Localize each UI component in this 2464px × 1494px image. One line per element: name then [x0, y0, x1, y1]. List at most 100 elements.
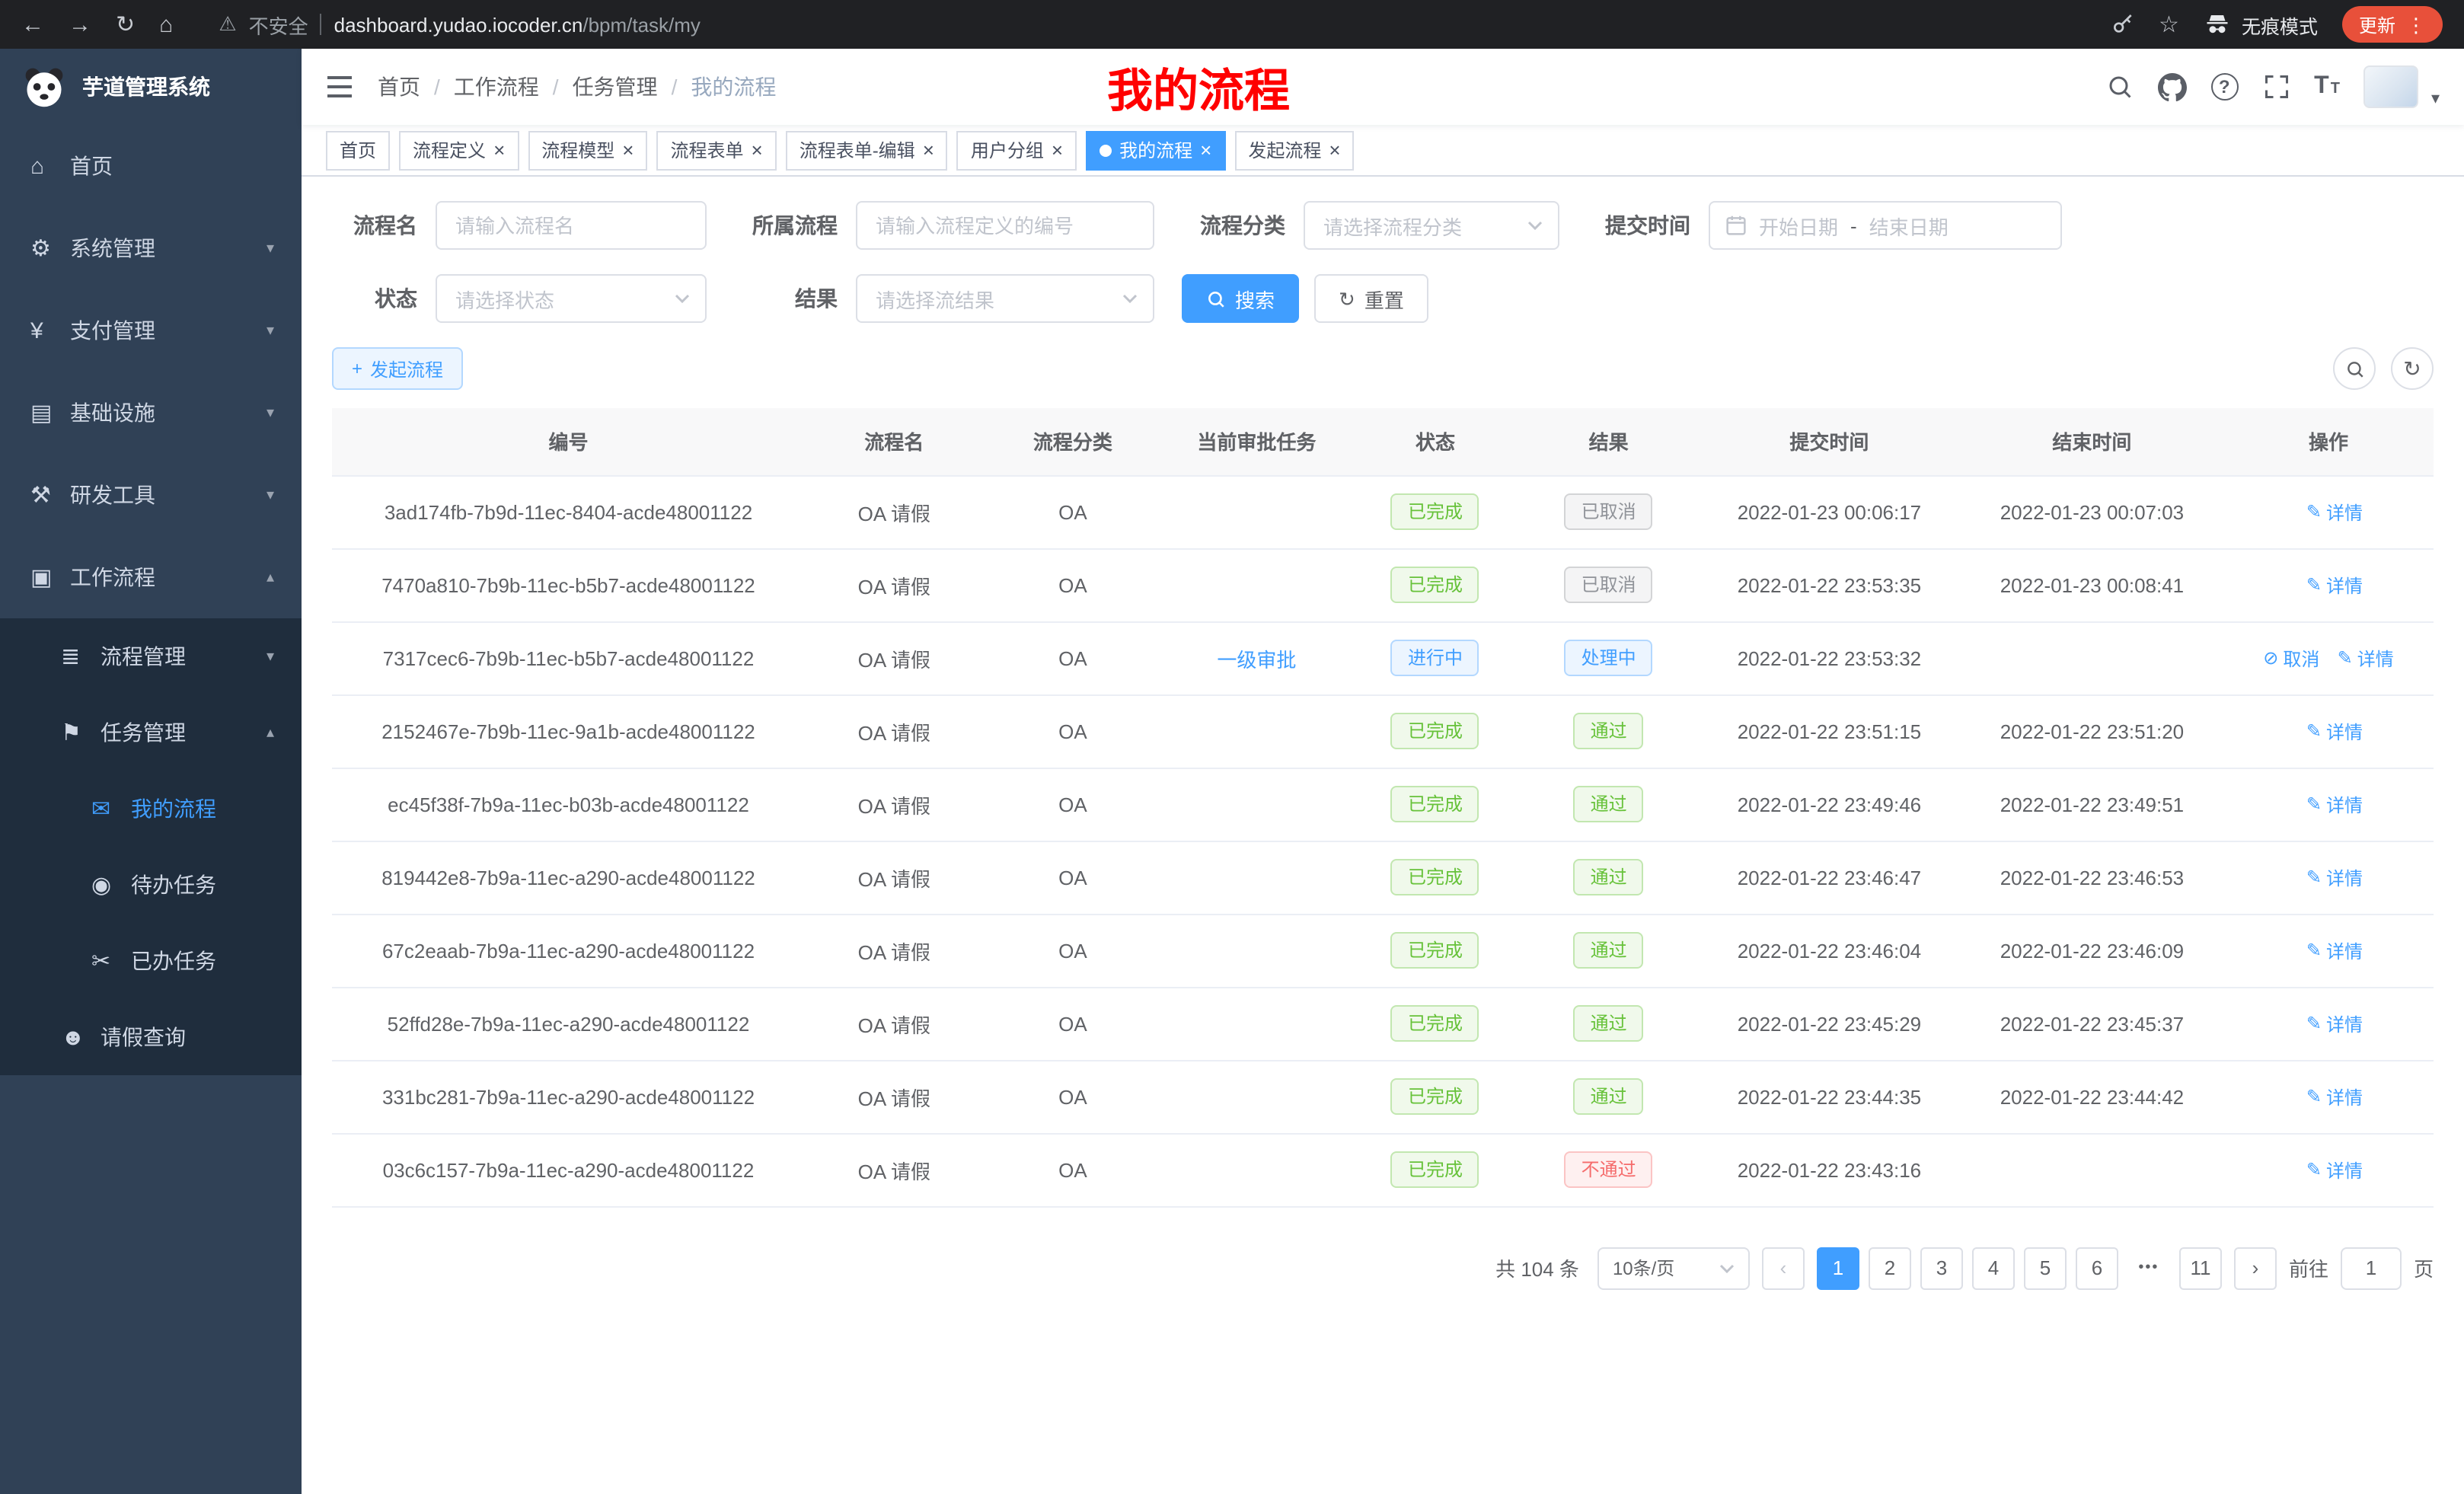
search-button[interactable]: 搜索 — [1182, 274, 1299, 323]
sidebar-menu-item[interactable]: ◉ 待办任务 — [0, 847, 302, 923]
tab[interactable]: 流程表单 × — [656, 130, 776, 170]
cell-current-task — [1162, 1060, 1351, 1133]
detail-action[interactable]: ✎ 详情 — [2338, 645, 2394, 671]
tab[interactable]: 发起流程 × — [1234, 130, 1354, 170]
task-link[interactable]: 一级审批 — [1217, 648, 1296, 671]
close-icon[interactable]: × — [1329, 140, 1340, 160]
close-icon[interactable]: × — [923, 140, 934, 160]
filter-process-name: 流程名 — [332, 201, 707, 250]
browser-forward-icon[interactable]: → — [69, 13, 91, 36]
cell-result: 通过 — [1519, 768, 1698, 841]
close-icon[interactable]: × — [622, 140, 634, 160]
refresh-button[interactable]: ↻ — [2391, 347, 2434, 390]
page-size-select[interactable]: 10条/页 — [1597, 1247, 1750, 1289]
breadcrumb-item[interactable]: 我的流程 — [691, 72, 803, 102]
tab[interactable]: 我的流程 × — [1086, 130, 1225, 170]
tab[interactable]: 流程表单-编辑 × — [786, 130, 948, 170]
table-row: 2152467e-7b9b-11ec-9a1b-acde48001122 OA … — [332, 694, 2434, 768]
owner-process-input[interactable] — [856, 201, 1154, 250]
page-button[interactable]: 4 — [1972, 1247, 2015, 1289]
sidebar-menu-item[interactable]: ✂ 已办任务 — [0, 923, 302, 999]
toggle-search-button[interactable] — [2333, 347, 2376, 390]
top-navbar: 首页 工作流程 任务管理 我的流程 我的流程 — [302, 49, 2464, 125]
cell-process-name: OA 请假 — [805, 841, 984, 914]
close-icon[interactable]: × — [1200, 140, 1211, 160]
sidebar-menu-item[interactable]: ▣ 工作流程 — [0, 536, 302, 618]
detail-action[interactable]: ✎ 详情 — [2306, 1157, 2363, 1183]
sidebar-menu-item[interactable]: ☻ 请假查询 — [0, 999, 302, 1075]
font-size-icon[interactable]: T T — [2314, 75, 2340, 99]
breadcrumb-item[interactable]: 任务管理 — [573, 72, 691, 102]
detail-action[interactable]: ✎ 详情 — [2306, 864, 2363, 890]
tab[interactable]: 流程定义 × — [399, 130, 519, 170]
sidebar-menu-item[interactable]: ⌂ 首页 — [0, 125, 302, 207]
app-logo[interactable]: 芋道管理系统 — [0, 49, 302, 125]
breadcrumb-item[interactable]: 工作流程 — [454, 72, 573, 102]
github-icon[interactable] — [2157, 72, 2186, 101]
reset-button[interactable]: ↻ 重置 — [1314, 274, 1428, 323]
detail-action[interactable]: ✎ 详情 — [2306, 1010, 2363, 1036]
password-key-icon[interactable] — [2110, 12, 2134, 37]
sidebar-menu-item[interactable]: ▤ 基础设施 — [0, 372, 302, 454]
sidebar-menu-item[interactable]: ✉ 我的流程 — [0, 771, 302, 847]
search-icon[interactable] — [2105, 73, 2133, 101]
sidebar-menu-item[interactable]: ⚑ 任务管理 — [0, 694, 302, 771]
cell-category: OA — [984, 987, 1163, 1060]
goto-page-input[interactable] — [2341, 1247, 2402, 1289]
browser-back-icon[interactable]: ← — [21, 13, 44, 36]
detail-action[interactable]: ✎ 详情 — [2306, 791, 2363, 817]
caret-down-icon[interactable]: ▾ — [2431, 88, 2440, 108]
detail-action[interactable]: ✎ 详情 — [2306, 499, 2363, 525]
detail-action[interactable]: ✎ 详情 — [2306, 718, 2363, 744]
page-button[interactable]: 11 — [2179, 1247, 2222, 1289]
tab[interactable]: 首页 × — [326, 130, 390, 170]
status-label: 状态 — [332, 283, 436, 314]
bookmark-star-icon[interactable]: ☆ — [2159, 13, 2179, 36]
page-button[interactable]: 2 — [1869, 1247, 1911, 1289]
more-menu-icon[interactable]: ⋮ — [2406, 14, 2426, 34]
close-icon[interactable]: × — [752, 140, 763, 160]
detail-action[interactable]: ✎ 详情 — [2306, 1084, 2363, 1109]
page-button[interactable]: 1 — [1817, 1247, 1859, 1289]
browser-reload-icon[interactable]: ↻ — [116, 13, 135, 36]
category-select[interactable]: 请选择流程分类 — [1304, 201, 1559, 250]
tab[interactable]: 流程模型 × — [528, 130, 647, 170]
cell-actions: ⊘ ✎ 详情 — [2223, 914, 2434, 987]
cell-id: 3ad174fb-7b9d-11ec-8404-acde48001122 — [332, 475, 805, 548]
status-select[interactable]: 请选择状态 — [436, 274, 707, 323]
sidebar-menu-item[interactable]: ≣ 流程管理 — [0, 618, 302, 694]
help-icon[interactable]: ? — [2210, 73, 2238, 101]
incognito-icon — [2204, 11, 2231, 38]
sidebar-menu-item[interactable]: ⚙ 系统管理 — [0, 207, 302, 289]
cell-actions: ⊘ 取消 ✎ 详情 — [2223, 621, 2434, 694]
browser-home-icon[interactable]: ⌂ — [159, 13, 173, 36]
menu-item-icon: ◉ — [91, 871, 131, 899]
close-icon[interactable]: × — [1052, 140, 1063, 160]
next-page-button[interactable]: › — [2234, 1247, 2277, 1289]
menu-fold-icon[interactable] — [326, 75, 353, 99]
sidebar-menu-item[interactable]: ⚒ 研发工具 — [0, 454, 302, 536]
tab-active-dot — [1100, 144, 1112, 156]
detail-action[interactable]: ✎ 详情 — [2306, 937, 2363, 963]
page-button[interactable]: 6 — [2076, 1247, 2118, 1289]
address-bar[interactable]: ⚠ 不安全 dashboard.yudao.iocoder.cn/bpm/tas… — [219, 10, 701, 39]
sidebar-menu-item[interactable]: ¥ 支付管理 — [0, 289, 302, 372]
create-process-button[interactable]: + 发起流程 — [332, 347, 463, 390]
user-avatar[interactable] — [2364, 65, 2419, 108]
date-range-picker[interactable]: 开始日期 - 结束日期 — [1709, 201, 2062, 250]
breadcrumb-item[interactable]: 首页 — [378, 72, 454, 102]
process-name-input[interactable] — [436, 201, 707, 250]
close-icon[interactable]: × — [493, 140, 505, 160]
chevron-icon — [267, 240, 274, 257]
cancel-action[interactable]: ⊘ 取消 — [2263, 645, 2319, 671]
detail-action[interactable]: ✎ 详情 — [2306, 572, 2363, 598]
tab[interactable]: 用户分组 × — [957, 130, 1077, 170]
page-button[interactable]: 3 — [1920, 1247, 1963, 1289]
fullscreen-icon[interactable] — [2262, 73, 2290, 101]
prev-page-button[interactable]: ‹ — [1762, 1247, 1805, 1289]
page-button[interactable]: 5 — [2024, 1247, 2067, 1289]
cell-result: 已取消 — [1519, 475, 1698, 548]
result-select[interactable]: 请选择流结果 — [856, 274, 1154, 323]
page-button[interactable]: ••• — [2127, 1247, 2170, 1289]
update-button[interactable]: 更新 ⋮ — [2342, 6, 2443, 43]
